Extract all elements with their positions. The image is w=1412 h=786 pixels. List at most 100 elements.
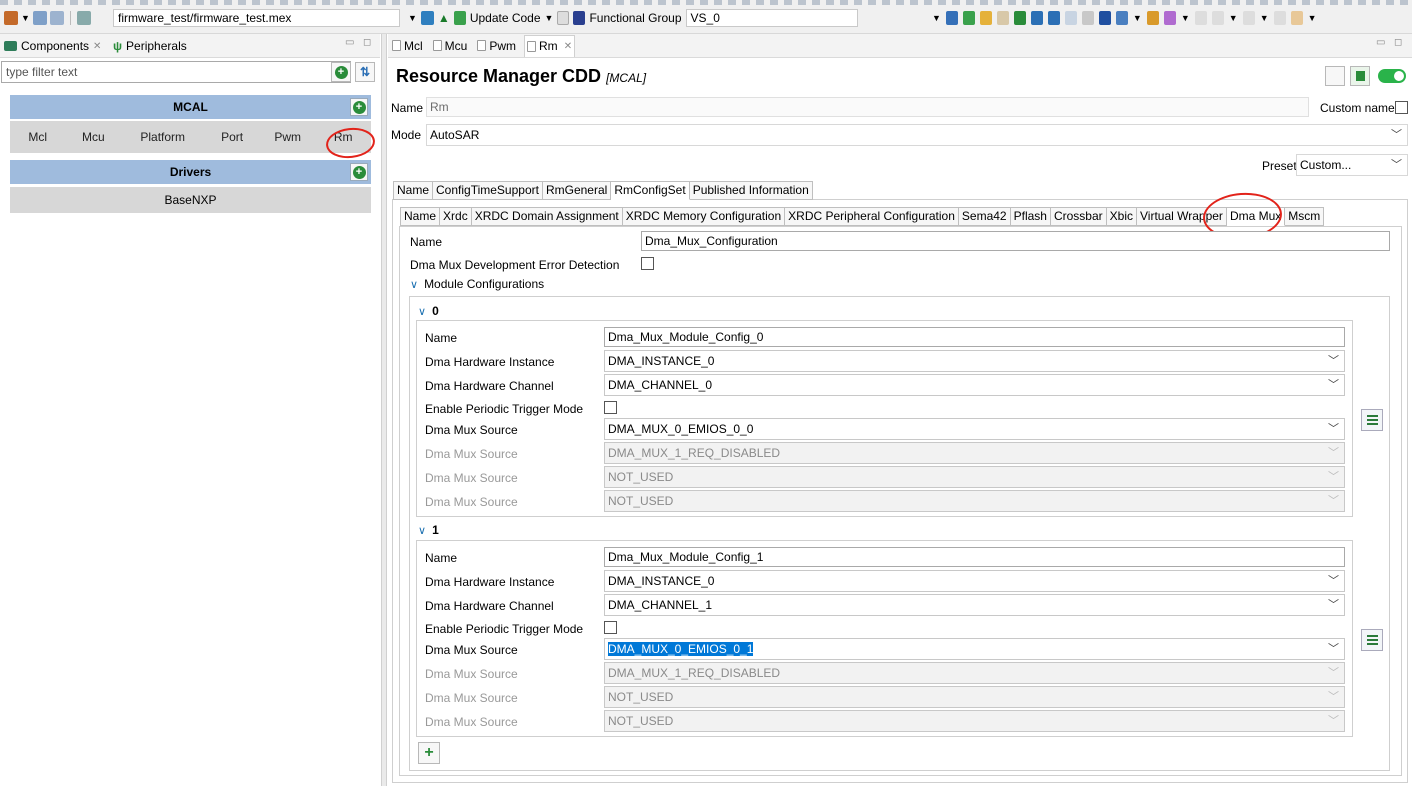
add-mcal-button[interactable]: + bbox=[350, 98, 368, 116]
edit-icon[interactable] bbox=[1194, 11, 1207, 25]
module-0-toggle[interactable]: ∨ 0 bbox=[418, 304, 439, 318]
component-mcu[interactable]: Mcu bbox=[66, 121, 122, 153]
lock-button[interactable] bbox=[1350, 66, 1370, 86]
update-code-dropdown-icon[interactable]: ▼ bbox=[545, 13, 554, 23]
nav-forward-icon[interactable] bbox=[1273, 11, 1286, 25]
flag-icon[interactable] bbox=[945, 11, 958, 25]
module-configs-toggle[interactable]: ∨ Module Configurations bbox=[410, 277, 544, 291]
add-component-button[interactable]: + bbox=[331, 62, 351, 82]
editor-tab-mcu[interactable]: Mcu bbox=[431, 35, 470, 57]
mode-select[interactable]: AutoSAR ﹀ bbox=[426, 124, 1408, 146]
save-all-icon[interactable] bbox=[49, 11, 64, 25]
tab-xrdc-peripheral-configuration[interactable]: XRDC Peripheral Configuration bbox=[785, 207, 959, 226]
tab-rmconfigset[interactable]: RmConfigSet bbox=[611, 181, 690, 200]
close-icon[interactable]: ✕ bbox=[564, 41, 572, 52]
functional-group-dropdown-icon[interactable]: ▼ bbox=[932, 13, 941, 23]
warning-icon[interactable]: ▲ bbox=[438, 11, 450, 25]
editor-tab-rm[interactable]: Rm ✕ bbox=[524, 34, 576, 57]
module-1-name-field[interactable]: Dma_Mux_Module_Config_1 bbox=[604, 547, 1345, 567]
path-dropdown-icon[interactable]: ▼ bbox=[408, 13, 417, 23]
tab-crossbar[interactable]: Crossbar bbox=[1050, 207, 1107, 226]
doc-button[interactable] bbox=[1325, 66, 1345, 86]
tab-name[interactable]: Name bbox=[400, 207, 441, 226]
undo-icon[interactable] bbox=[979, 11, 992, 25]
component-platform[interactable]: Platform bbox=[121, 121, 204, 153]
add-module-button[interactable]: + bbox=[418, 742, 440, 764]
nav-prev-icon[interactable] bbox=[1290, 11, 1303, 25]
module-1-source-select-1[interactable]: DMA_MUX_0_EMIOS_0_1 ﹀ bbox=[604, 638, 1345, 660]
component-mcl[interactable]: Mcl bbox=[10, 121, 66, 153]
tab-name[interactable]: Name bbox=[393, 181, 434, 200]
module-0-periodic-checkbox[interactable] bbox=[604, 401, 617, 414]
det-checkbox[interactable] bbox=[641, 257, 654, 270]
nav-more-icon[interactable]: ▼ bbox=[1308, 13, 1317, 23]
new-dropdown-icon[interactable]: ▼ bbox=[21, 13, 30, 23]
tab-peripherals[interactable]: ψ Peripherals bbox=[113, 39, 187, 53]
tools-icon[interactable] bbox=[1115, 11, 1128, 25]
nav-back-icon[interactable] bbox=[1242, 11, 1255, 25]
module-0-name-field[interactable]: Dma_Mux_Module_Config_0 bbox=[604, 327, 1345, 347]
close-icon[interactable]: ✕ bbox=[93, 41, 101, 52]
tab-components[interactable]: Components ✕ bbox=[4, 39, 101, 53]
tab-configtimesupport[interactable]: ConfigTimeSupport bbox=[433, 181, 543, 200]
maximize-icon[interactable]: ◻ bbox=[363, 37, 371, 48]
clock-icon[interactable] bbox=[1064, 11, 1077, 25]
tab-published-information[interactable]: Published Information bbox=[689, 181, 813, 200]
chat-icon[interactable] bbox=[962, 11, 975, 25]
maximize-icon[interactable]: ◻ bbox=[1394, 37, 1402, 48]
category-mcal[interactable]: MCAL + bbox=[10, 95, 371, 119]
tab-pflash[interactable]: Pflash bbox=[1010, 207, 1051, 226]
module-0-menu-button[interactable] bbox=[1361, 409, 1383, 431]
search-next-icon[interactable] bbox=[1211, 11, 1224, 25]
minimize-icon[interactable]: ▭ bbox=[1376, 37, 1385, 48]
panel-splitter[interactable] bbox=[381, 34, 387, 786]
chart-icon[interactable] bbox=[1098, 11, 1111, 25]
tab-xbic[interactable]: Xbic bbox=[1106, 207, 1137, 226]
rocket-icon[interactable] bbox=[1163, 11, 1176, 25]
redo-icon[interactable] bbox=[996, 11, 1009, 25]
dma-name-field[interactable]: Dma_Mux_Configuration bbox=[641, 231, 1390, 251]
copy-icon[interactable] bbox=[557, 11, 570, 25]
build-icon[interactable] bbox=[76, 11, 91, 25]
save-icon[interactable] bbox=[32, 11, 47, 25]
category-drivers[interactable]: Drivers + bbox=[10, 160, 371, 184]
module-1-toggle[interactable]: ∨ 1 bbox=[418, 523, 439, 537]
component-port[interactable]: Port bbox=[204, 121, 260, 153]
module-1-channel-select[interactable]: DMA_CHANNEL_1 ﹀ bbox=[604, 594, 1345, 616]
home-icon[interactable] bbox=[420, 11, 434, 25]
tab-mscm[interactable]: Mscm bbox=[1285, 207, 1325, 226]
module-0-source-select-1[interactable]: DMA_MUX_0_EMIOS_0_0 ﹀ bbox=[604, 418, 1345, 440]
module-1-instance-select[interactable]: DMA_INSTANCE_0 ﹀ bbox=[604, 570, 1345, 592]
custom-name-checkbox[interactable] bbox=[1395, 101, 1408, 114]
module-0-instance-select[interactable]: DMA_INSTANCE_0 ﹀ bbox=[604, 350, 1345, 372]
tab-xrdc[interactable]: Xrdc bbox=[440, 207, 472, 226]
component-basenxp[interactable]: BaseNXP bbox=[10, 187, 371, 213]
filter-input[interactable]: type filter text bbox=[1, 61, 351, 83]
module-0-channel-select[interactable]: DMA_CHANNEL_0 ﹀ bbox=[604, 374, 1345, 396]
module-1-periodic-checkbox[interactable] bbox=[604, 621, 617, 634]
rocket-dropdown-icon[interactable]: ▼ bbox=[1181, 13, 1190, 23]
module-1-menu-button[interactable] bbox=[1361, 629, 1383, 651]
editor-tab-mcl[interactable]: Mcl bbox=[390, 35, 425, 57]
message-icon[interactable] bbox=[1047, 11, 1060, 25]
add-drivers-button[interactable]: + bbox=[350, 163, 368, 181]
preset-select[interactable]: Custom... ﹀ bbox=[1296, 154, 1408, 176]
pen-icon[interactable] bbox=[1081, 11, 1094, 25]
minimize-icon[interactable]: ▭ bbox=[345, 37, 354, 48]
enable-toggle[interactable] bbox=[1378, 69, 1406, 83]
component-pwm[interactable]: Pwm bbox=[260, 121, 316, 153]
nav-dropdown-icon[interactable]: ▼ bbox=[1260, 13, 1269, 23]
editor-tab-pwm[interactable]: Pwm bbox=[475, 35, 518, 57]
sort-icon[interactable] bbox=[1030, 11, 1043, 25]
tab-xrdc-memory-configuration[interactable]: XRDC Memory Configuration bbox=[622, 207, 786, 226]
search-dropdown-icon[interactable]: ▼ bbox=[1229, 13, 1238, 23]
sort-button[interactable]: ⇅ bbox=[355, 62, 375, 82]
new-icon[interactable] bbox=[4, 11, 18, 25]
package-icon[interactable] bbox=[1146, 11, 1159, 25]
pins-icon[interactable] bbox=[1013, 11, 1026, 25]
tab-sema42[interactable]: Sema42 bbox=[958, 207, 1011, 226]
config-path-field[interactable]: firmware_test/firmware_test.mex bbox=[113, 9, 400, 27]
tools-dropdown-icon[interactable]: ▼ bbox=[1133, 13, 1142, 23]
name-field[interactable]: Rm bbox=[426, 97, 1309, 117]
update-code-button[interactable]: Update Code bbox=[470, 11, 541, 25]
